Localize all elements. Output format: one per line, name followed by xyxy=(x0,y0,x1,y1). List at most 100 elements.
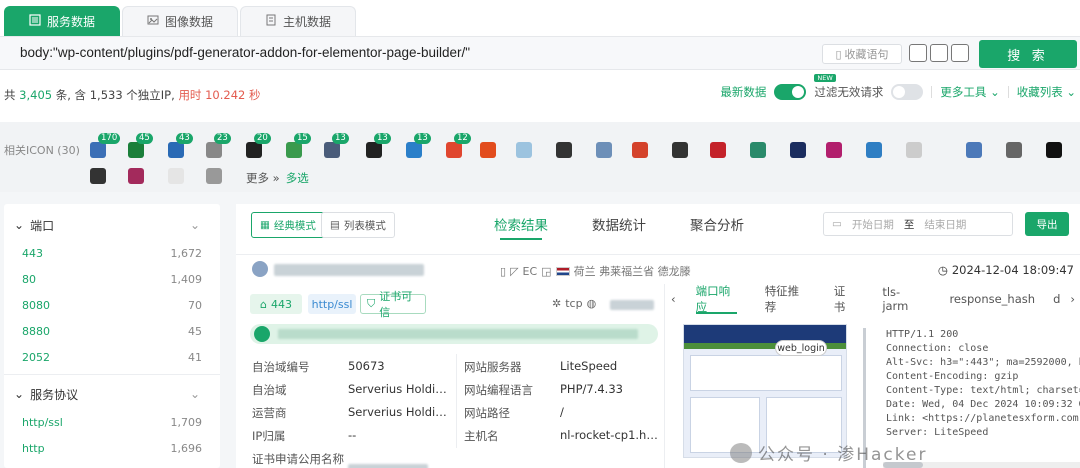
calendar-icon: ▭ xyxy=(832,218,842,230)
app-icon[interactable]: 13 xyxy=(406,133,431,158)
app-icon[interactable] xyxy=(480,142,496,158)
cert-trusted-tag[interactable]: ⛉ 证书可信 xyxy=(360,290,426,319)
detail-value: PHP/7.4.33 xyxy=(560,382,623,396)
tab-feature[interactable]: 特征推荐 xyxy=(751,284,820,314)
tab-image-data[interactable]: 图像数据 xyxy=(122,6,238,36)
search-input[interactable]: body:"wp-content/plugins/pdf-generator-a… xyxy=(20,45,470,60)
app-icon[interactable] xyxy=(966,142,982,158)
facet-row[interactable]: 80 1,409 xyxy=(4,266,220,292)
tab-host-data[interactable]: 主机数据 xyxy=(240,6,356,36)
transport-value: tcp xyxy=(565,297,583,310)
tab-more[interactable]: d xyxy=(1049,284,1064,314)
more-tools-menu[interactable]: 更多工具 ⌄ xyxy=(940,84,999,100)
date-start[interactable]: 开始日期 xyxy=(852,217,894,232)
bookmark-icon: ▯ xyxy=(835,47,842,61)
protocol-tag[interactable]: http/ssl xyxy=(308,294,356,314)
tab-cert[interactable]: 证书 xyxy=(820,284,869,314)
new-badge: NEW xyxy=(814,74,836,82)
detail-key: 网站服务器 xyxy=(464,360,522,374)
tab-aggregation[interactable]: 聚合分析 xyxy=(690,214,744,240)
list-mode-button[interactable]: ▤ 列表模式 xyxy=(321,212,395,238)
date-range-picker[interactable]: ▭ 开始日期 至 结束日期 xyxy=(823,212,1013,236)
app-icon[interactable] xyxy=(790,142,806,158)
app-icon[interactable] xyxy=(206,168,222,184)
detail-value: -- xyxy=(348,428,357,442)
app-icon[interactable] xyxy=(516,142,532,158)
tab-response-hash[interactable]: response_hash xyxy=(935,284,1049,314)
facet-protocol-title[interactable]: ⌄ 服务协议 ⌄ xyxy=(4,379,220,409)
detail-value: LiteSpeed xyxy=(560,359,618,373)
app-icon[interactable]: 13 xyxy=(366,133,391,158)
tab-tls-jarm[interactable]: tls-jarm xyxy=(868,284,935,314)
app-icon[interactable] xyxy=(632,142,648,158)
multi-select-link[interactable]: 多选 xyxy=(286,170,309,186)
app-icon[interactable] xyxy=(596,142,612,158)
app-icon[interactable]: 15 xyxy=(286,133,311,158)
classic-mode-button[interactable]: ▦ 经典模式 xyxy=(251,212,325,238)
app-icon[interactable] xyxy=(1006,142,1022,158)
facet-row[interactable]: 2052 41 xyxy=(4,344,220,370)
detail-key: 自治域 xyxy=(252,383,287,397)
detail-value: Serverius Holding... xyxy=(348,382,450,396)
facet-row[interactable]: 8080 70 xyxy=(4,292,220,318)
app-icon[interactable]: 13 xyxy=(324,133,349,158)
app-icon[interactable] xyxy=(1046,142,1062,158)
app-icon[interactable] xyxy=(556,142,572,158)
fav-list-menu[interactable]: 收藏列表 ⌄ xyxy=(1017,84,1076,100)
tab-search-results[interactable]: 检索结果 xyxy=(494,214,548,240)
date-end[interactable]: 结束日期 xyxy=(924,217,966,232)
divider xyxy=(456,354,457,448)
app-icon[interactable] xyxy=(750,142,766,158)
fav-query-button[interactable]: ▯ 收藏语句 xyxy=(822,44,902,64)
app-icon[interactable] xyxy=(128,168,144,184)
app-icon[interactable] xyxy=(90,168,106,184)
search-button[interactable]: 搜 索 xyxy=(979,40,1077,68)
top-area: 服务数据 图像数据 主机数据 body:"wp-content/plugins/… xyxy=(0,0,1080,122)
chevron-right-icon[interactable]: › xyxy=(1064,292,1080,306)
facet-row[interactable]: http 1,696 xyxy=(4,435,220,461)
camera-icon[interactable] xyxy=(930,44,948,62)
icons-label: 相关ICON (30) xyxy=(4,144,80,157)
tab-statistics[interactable]: 数据统计 xyxy=(592,214,646,240)
stats-total: 3,405 xyxy=(19,88,53,102)
app-icon[interactable] xyxy=(866,142,882,158)
port-tag[interactable]: ⌂ 443 xyxy=(250,294,302,314)
image-search-icon[interactable] xyxy=(951,44,969,62)
icon-count-badge: 13 xyxy=(414,133,431,144)
app-icon[interactable]: 23 xyxy=(206,133,231,158)
app-icon[interactable]: 12 xyxy=(446,133,471,158)
chevron-down-icon: ⌄ xyxy=(189,387,200,401)
latest-data-toggle[interactable] xyxy=(774,84,807,100)
facet-row[interactable]: http/ssl 1,709 xyxy=(4,409,220,435)
app-icon[interactable] xyxy=(710,142,726,158)
facet-row[interactable]: 8880 45 xyxy=(4,318,220,344)
tab-port-response[interactable]: 端口响应 xyxy=(682,284,751,314)
url-bar[interactable] xyxy=(250,324,658,344)
facet-title-label: 服务协议 xyxy=(30,387,79,402)
facet-key: 2052 xyxy=(22,350,50,364)
port-value: 443 xyxy=(270,297,292,311)
result-stats: 共 3,405 条, 含 1,533 个独立IP, 用时 10.242 秒 xyxy=(4,87,261,103)
tab-service-data[interactable]: 服务数据 xyxy=(4,6,120,36)
more-icons-link[interactable]: 更多 » xyxy=(246,170,280,186)
mode-label: 经典模式 xyxy=(273,219,316,232)
facet-port-title[interactable]: ⌄ 端口 ⌄ xyxy=(4,210,220,240)
export-button[interactable]: 导出 xyxy=(1025,212,1069,236)
facet-count: 45 xyxy=(188,324,202,338)
app-icon[interactable]: 170 xyxy=(90,133,121,158)
app-icon[interactable]: 45 xyxy=(128,133,153,158)
redacted-url xyxy=(278,329,638,339)
shield-check-icon: ⛉ xyxy=(367,297,376,310)
facet-row[interactable]: 443 1,672 xyxy=(4,240,220,266)
app-icon[interactable]: 43 xyxy=(168,133,193,158)
detail-value: / xyxy=(560,405,564,419)
app-icon[interactable] xyxy=(826,142,842,158)
app-icon[interactable] xyxy=(168,168,184,184)
app-icon[interactable] xyxy=(672,142,688,158)
chevron-left-icon[interactable]: ‹ xyxy=(665,292,682,306)
scan-icon[interactable] xyxy=(909,44,927,62)
filter-invalid-toggle[interactable] xyxy=(891,84,924,100)
app-icon[interactable] xyxy=(906,142,922,158)
app-icon[interactable]: 20 xyxy=(246,133,271,158)
search-bar: body:"wp-content/plugins/pdf-generator-a… xyxy=(0,36,1080,70)
